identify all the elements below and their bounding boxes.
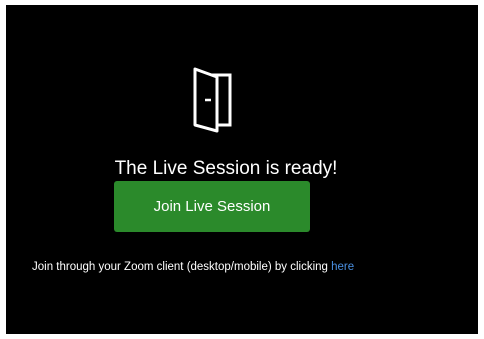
session-ready-heading: The Live Session is ready! bbox=[114, 158, 338, 179]
zoom-client-instructions: Join through your Zoom client (desktop/m… bbox=[32, 259, 354, 275]
join-live-session-label: Join Live Session bbox=[153, 198, 271, 215]
join-live-session-button[interactable]: Join Live Session bbox=[114, 181, 310, 232]
zoom-here-link[interactable]: here bbox=[331, 261, 354, 273]
door-open-icon bbox=[193, 67, 232, 133]
live-session-panel: The Live Session is ready! Join Live Ses… bbox=[6, 5, 478, 334]
zoom-instructions-text: Join through your Zoom client (desktop/m… bbox=[32, 261, 332, 273]
